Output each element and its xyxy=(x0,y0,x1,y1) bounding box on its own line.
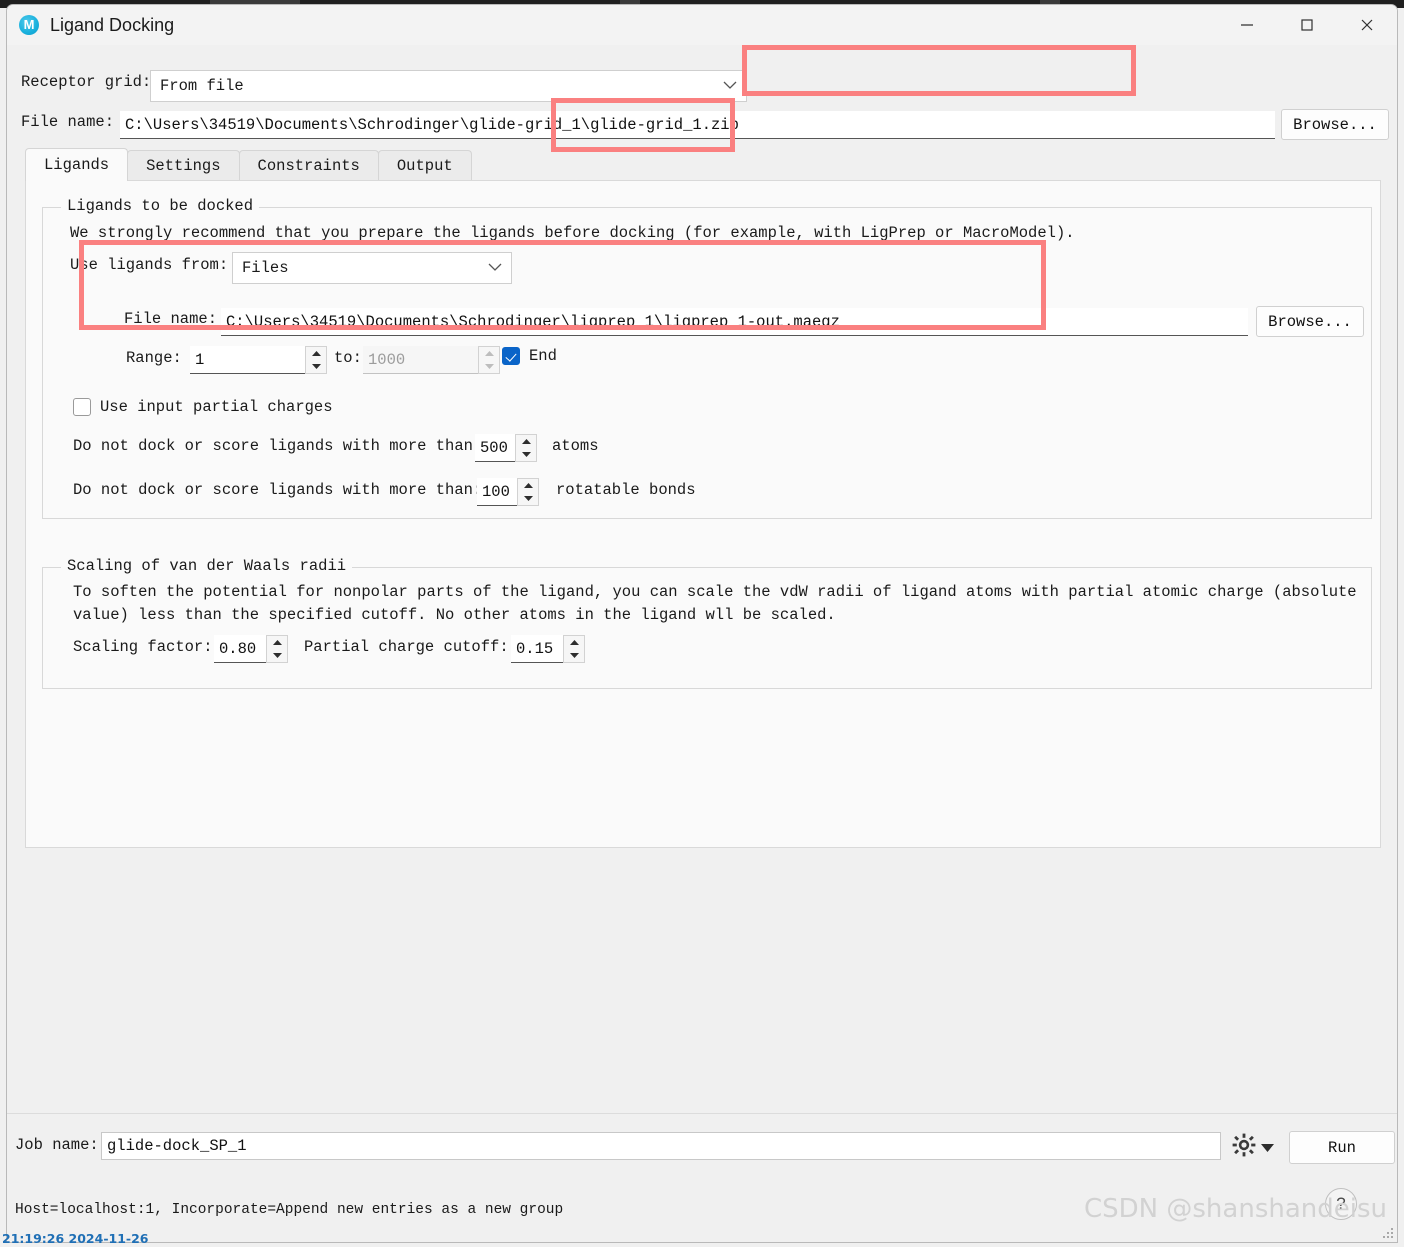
use-ligands-from-label: Use ligands from: xyxy=(70,256,229,274)
stepper-up-icon[interactable] xyxy=(479,347,499,360)
max-atoms-spinbox[interactable]: 500 xyxy=(475,434,537,462)
gear-icon[interactable] xyxy=(1231,1132,1257,1163)
use-input-partial-charges-check-icon[interactable] xyxy=(73,398,91,416)
stepper-down-icon[interactable] xyxy=(516,448,536,461)
tab-settings[interactable]: Settings xyxy=(127,150,240,181)
stepper-down-icon[interactable] xyxy=(518,492,538,505)
partial-charge-cutoff-spinbox[interactable]: 0.15 xyxy=(511,635,585,663)
ligand-browse-button[interactable]: Browse... xyxy=(1256,306,1364,337)
vdw-description-line2: value) less than the specified cutoff. N… xyxy=(73,606,836,624)
title-bar: M Ligand Docking xyxy=(7,5,1397,45)
max-bonds-stepper[interactable] xyxy=(517,478,539,506)
receptor-grid-label: Receptor grid: xyxy=(21,73,152,91)
stepper-up-icon[interactable] xyxy=(518,479,538,492)
tab-constraints[interactable]: Constraints xyxy=(238,150,379,181)
receptor-file-label: File name: xyxy=(21,113,115,131)
range-to-label: to: xyxy=(334,349,362,367)
range-label: Range: xyxy=(126,349,182,367)
job-name-label: Job name: xyxy=(15,1136,99,1154)
watermark: CSDN @shanshandeisu xyxy=(1083,1194,1387,1224)
stepper-down-icon[interactable] xyxy=(267,649,287,662)
stepper-up-icon[interactable] xyxy=(267,636,287,649)
job-settings-menu[interactable] xyxy=(1231,1132,1274,1163)
receptor-file-value: C:\Users\34519\Documents\Schrodinger\gli… xyxy=(125,115,739,134)
use-input-partial-charges-checkbox[interactable]: Use input partial charges xyxy=(73,398,333,416)
stepper-up-icon[interactable] xyxy=(516,435,536,448)
end-label: End xyxy=(529,347,557,365)
range-from-value: 1 xyxy=(190,346,305,374)
range-from-stepper[interactable] xyxy=(305,346,327,374)
max-bonds-spinbox[interactable]: 100 xyxy=(477,478,539,506)
partial-charge-cutoff-value: 0.15 xyxy=(511,635,563,663)
stepper-up-icon[interactable] xyxy=(306,347,326,360)
ligands-to-be-docked-group: Ligands to be docked We strongly recomme… xyxy=(42,197,1372,519)
job-name-input[interactable]: glide-dock_SP_1 xyxy=(101,1132,1221,1160)
bottom-bar: Job name: glide-dock_SP_1 Run Host=local… xyxy=(7,1113,1397,1242)
vdw-scaling-group: Scaling of van der Waals radii To soften… xyxy=(42,557,1372,689)
receptor-file-row: File name: xyxy=(21,113,114,131)
vdw-description-line1: To soften the potential for nonpolar par… xyxy=(73,583,1357,601)
chevron-down-icon xyxy=(488,259,502,277)
scaling-factor-value: 0.80 xyxy=(214,635,266,663)
close-icon[interactable] xyxy=(1337,5,1397,45)
job-name-value: glide-dock_SP_1 xyxy=(107,1137,247,1155)
status-line: Host=localhost:1, Incorporate=Append new… xyxy=(15,1202,564,1218)
scaling-factor-label: Scaling factor: xyxy=(73,638,213,656)
max-bonds-suffix-label: rotatable bonds xyxy=(556,481,696,499)
receptor-file-input[interactable]: C:\Users\34519\Documents\Schrodinger\gli… xyxy=(120,111,1275,139)
receptor-browse-button[interactable]: Browse... xyxy=(1281,109,1389,140)
receptor-grid-combo[interactable]: From file xyxy=(150,70,747,102)
resize-grip[interactable] xyxy=(1379,1224,1393,1238)
ligand-docking-window: M Ligand Docking Receptor grid: From fil… xyxy=(6,4,1398,1243)
max-atoms-prefix-label: Do not dock or score ligands with more t… xyxy=(73,437,483,455)
range-from-spinbox[interactable]: 1 xyxy=(190,346,327,374)
chevron-down-icon xyxy=(723,77,737,95)
maximize-icon[interactable] xyxy=(1277,5,1337,45)
ligands-group-title: Ligands to be docked xyxy=(61,197,260,215)
scaling-factor-stepper[interactable] xyxy=(266,635,288,663)
ligand-file-value: C:\Users\34519\Documents\Schrodinger\lig… xyxy=(226,312,840,331)
screen-recorder-timestamp: 21:19:26 2024-11-26 xyxy=(2,1231,149,1246)
window-controls xyxy=(1217,5,1397,45)
use-input-partial-charges-label: Use input partial charges xyxy=(100,398,333,416)
screenshot-root: M Ligand Docking Receptor grid: From fil… xyxy=(0,0,1404,1247)
window-content: Receptor grid: From file Display recepto… xyxy=(7,45,1397,1242)
tab-output[interactable]: Output xyxy=(377,150,472,181)
ligand-file-label: File name: xyxy=(124,310,218,328)
tab-ligands[interactable]: Ligands xyxy=(25,148,129,181)
minimize-icon[interactable] xyxy=(1217,5,1277,45)
use-ligands-from-value: Files xyxy=(242,259,289,277)
max-bonds-value: 100 xyxy=(477,478,517,506)
partial-charge-cutoff-label: Partial charge cutoff: xyxy=(304,638,509,656)
maestro-app-icon: M xyxy=(19,15,39,35)
stepper-down-icon[interactable] xyxy=(564,649,584,662)
receptor-grid-row: Receptor grid: xyxy=(21,73,151,91)
stepper-down-icon[interactable] xyxy=(479,360,499,373)
range-to-stepper[interactable] xyxy=(478,346,500,374)
ligands-tab-panel: Ligands to be docked We strongly recomme… xyxy=(25,180,1381,848)
partial-charge-cutoff-stepper[interactable] xyxy=(563,635,585,663)
vdw-group-title: Scaling of van der Waals radii xyxy=(61,557,353,575)
range-to-spinbox[interactable]: 1000 xyxy=(363,346,500,374)
stepper-up-icon[interactable] xyxy=(564,636,584,649)
tab-bar: Ligands Settings Constraints Output xyxy=(25,148,1381,181)
scaling-factor-spinbox[interactable]: 0.80 xyxy=(214,635,288,663)
range-to-value: 1000 xyxy=(363,346,478,374)
max-atoms-stepper[interactable] xyxy=(515,434,537,462)
ligand-file-input[interactable]: C:\Users\34519\Documents\Schrodinger\lig… xyxy=(221,308,1248,336)
stepper-down-icon[interactable] xyxy=(306,360,326,373)
chevron-down-icon[interactable] xyxy=(1261,1139,1274,1157)
max-atoms-value: 500 xyxy=(475,434,515,462)
end-checkbox[interactable]: End xyxy=(502,347,557,365)
use-ligands-from-combo[interactable]: Files xyxy=(232,252,512,284)
end-check-icon[interactable] xyxy=(502,347,520,365)
max-atoms-suffix-label: atoms xyxy=(552,437,599,455)
window-title: Ligand Docking xyxy=(50,14,175,35)
max-bonds-prefix-label: Do not dock or score ligands with more t… xyxy=(73,481,483,499)
receptor-grid-value: From file xyxy=(160,77,244,95)
ligands-hint-text: We strongly recommend that you prepare t… xyxy=(70,224,1075,242)
run-button[interactable]: Run xyxy=(1289,1131,1395,1164)
